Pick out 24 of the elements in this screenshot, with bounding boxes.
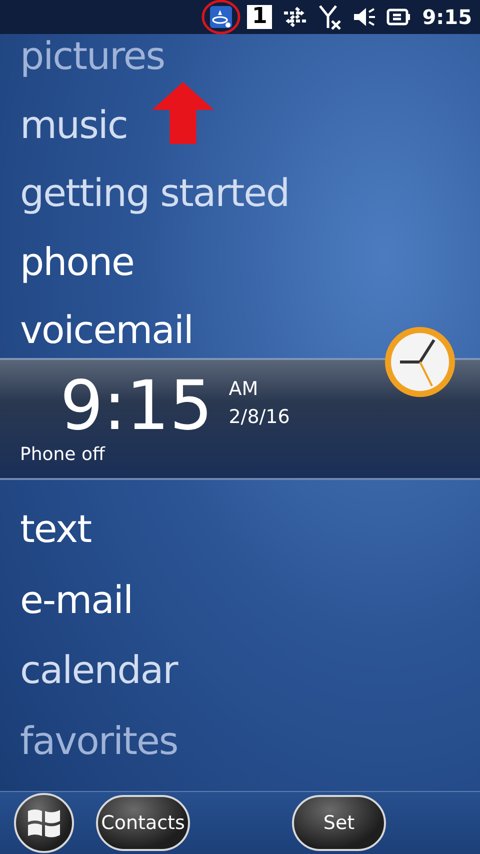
menu-item[interactable]: music	[20, 102, 128, 146]
menu-item[interactable]: calendar	[20, 648, 178, 692]
app-notification-icon[interactable]	[208, 5, 233, 29]
data-transfer-icon	[282, 6, 308, 28]
set-button[interactable]: Set	[292, 795, 386, 851]
menu-item[interactable]: phone	[20, 240, 134, 284]
menu-item[interactable]: pictures	[20, 34, 165, 78]
status-time: 9:15	[422, 5, 472, 29]
menu-item[interactable]: getting started	[20, 171, 290, 215]
speaker-muted-icon	[352, 6, 376, 28]
sim-indicator: 1	[246, 5, 272, 29]
battery-charging-icon	[386, 7, 412, 27]
menu-item[interactable]: favorites	[20, 719, 178, 764]
phone-status: Phone off	[20, 444, 105, 465]
menu-item[interactable]: voicemail	[20, 308, 193, 352]
menu-item[interactable]: text	[20, 506, 91, 551]
pointer-arrow	[152, 82, 214, 144]
meridiem-label: AM	[228, 378, 260, 400]
clock-icon[interactable]	[382, 324, 458, 400]
contacts-button[interactable]: Contacts	[96, 795, 190, 851]
no-signal-icon	[318, 4, 342, 30]
menu-item[interactable]: e-mail	[20, 578, 133, 622]
clock-time: 9:15	[60, 370, 213, 444]
date-label: 2/8/16	[228, 406, 290, 428]
